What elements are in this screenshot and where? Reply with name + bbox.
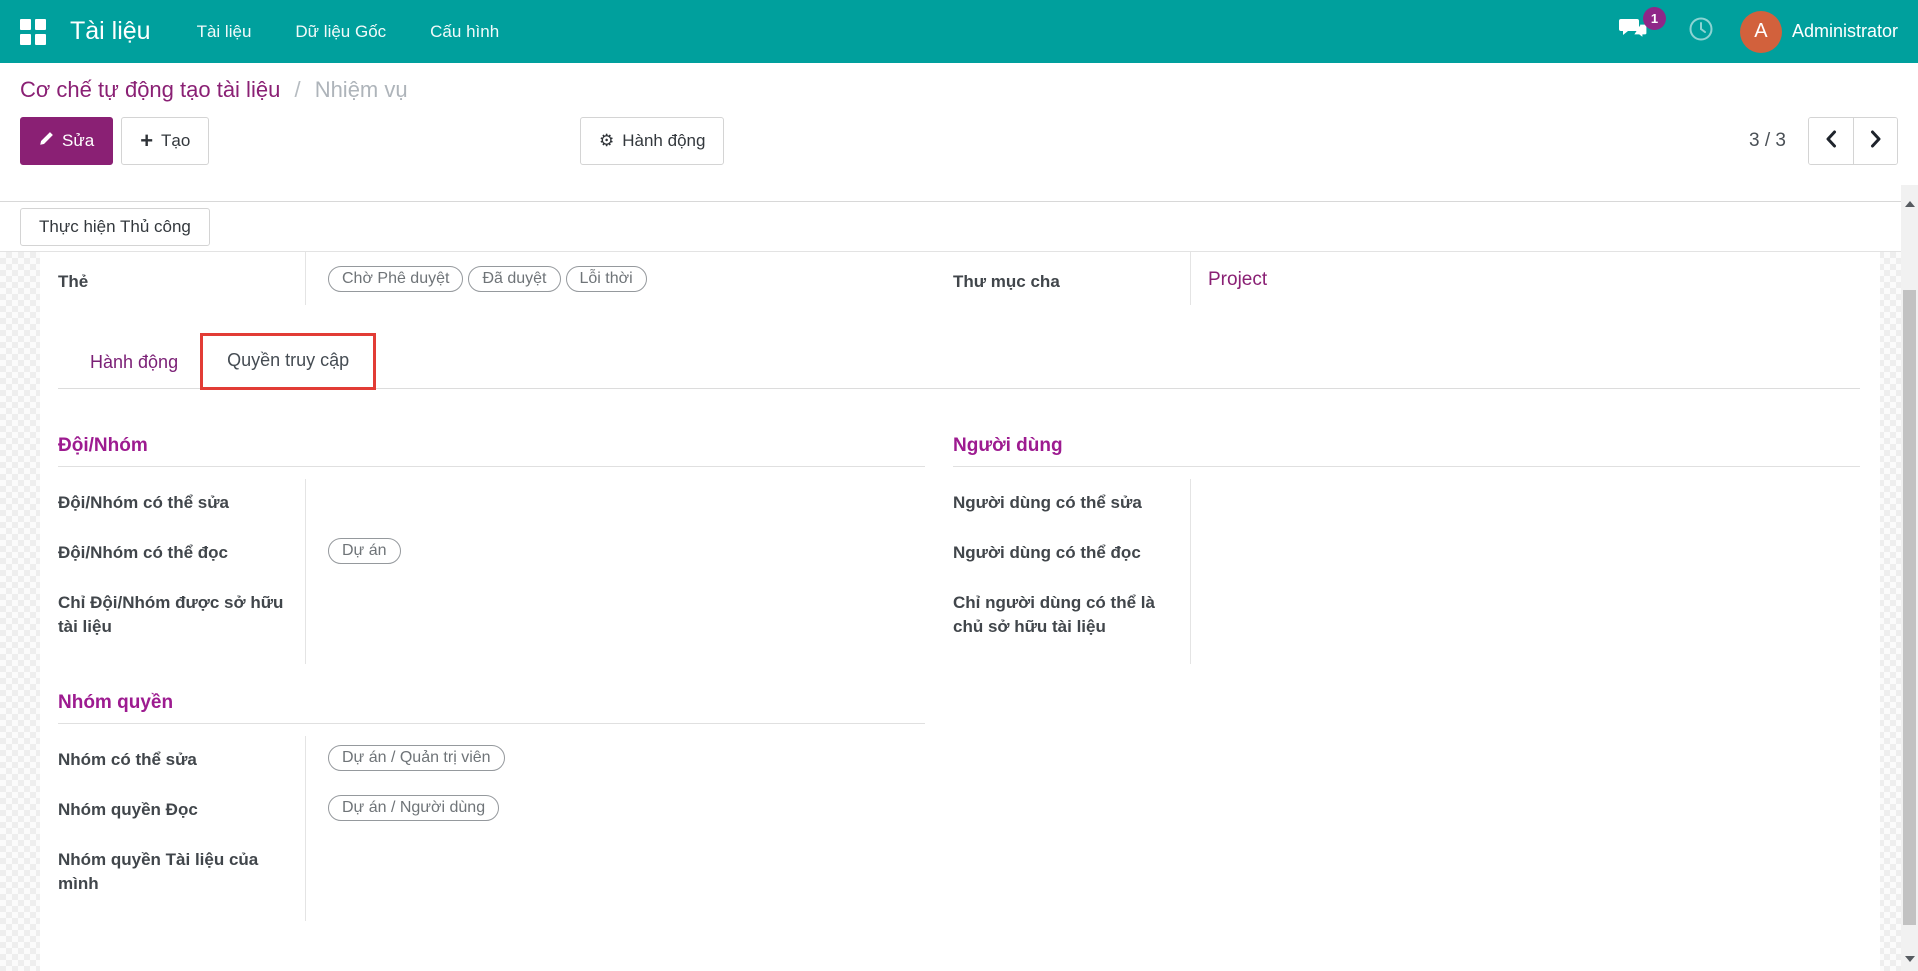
control-panel: Cơ chế tự động tạo tài liệu / Nhiệm vụ S… xyxy=(0,63,1918,202)
breadcrumb-current: Nhiệm vụ xyxy=(315,77,408,102)
vertical-scrollbar[interactable] xyxy=(1901,185,1918,971)
tab-quyen-truy-cap-highlighted[interactable]: Quyền truy cập xyxy=(200,333,376,390)
pager: 3 / 3 xyxy=(1749,117,1898,165)
chevron-left-icon xyxy=(1825,130,1837,153)
field-row-parent-folder: Thư mục cha Project xyxy=(953,252,1860,305)
field-label: Nhóm quyền Tài liệu của mình xyxy=(58,836,305,921)
main-menu: Tài liệu Dữ liệu Gốc Cấu hình xyxy=(179,12,518,52)
field-label: Chỉ Đội/Nhóm được sở hữu tài liệu xyxy=(58,579,305,664)
field-label: Chỉ người dùng có thể là chủ sở hữu tài … xyxy=(953,579,1190,664)
group-title: Người dùng xyxy=(953,435,1860,467)
pager-previous-button[interactable] xyxy=(1809,118,1853,164)
form-view-background: Thẻ Chờ Phê duyệt Đã duyệt Lỗi thời Thư … xyxy=(0,252,1901,971)
field-value xyxy=(1190,479,1860,529)
field-label: Đội/Nhóm có thể sửa xyxy=(58,479,305,529)
clock-icon xyxy=(1688,16,1714,47)
field-row: Chỉ Đội/Nhóm được sở hữu tài liệu xyxy=(58,579,953,664)
field-row: Nhóm có thể sửa Dự án / Quản trị viên xyxy=(58,736,953,786)
breadcrumb: Cơ chế tự động tạo tài liệu / Nhiệm vụ xyxy=(20,77,1898,103)
tag-pill: Dự án / Người dùng xyxy=(328,795,499,821)
breadcrumb-parent-link[interactable]: Cơ chế tự động tạo tài liệu xyxy=(20,77,280,102)
user-menu[interactable]: Administrator xyxy=(1792,21,1898,42)
field-label: Nhóm quyền Đọc xyxy=(58,786,305,836)
apps-grid-icon[interactable] xyxy=(20,19,46,45)
field-label: Người dùng có thể sửa xyxy=(953,479,1190,529)
field-label-parent-folder: Thư mục cha xyxy=(953,252,1190,305)
tag-pill: Chờ Phê duyệt xyxy=(328,266,463,292)
field-label: Đội/Nhóm có thể đọc xyxy=(58,529,305,579)
statusbar: Thực hiện Thủ công xyxy=(0,202,1918,252)
field-value xyxy=(1190,529,1860,579)
app-title: Tài liệu xyxy=(70,17,151,46)
edit-button[interactable]: Sửa xyxy=(20,117,113,165)
field-value-tags: Chờ Phê duyệt Đã duyệt Lỗi thời xyxy=(305,252,953,305)
chevron-right-icon xyxy=(1870,130,1882,153)
field-value: Dự án / Người dùng xyxy=(305,786,953,836)
pager-value: 3 / 3 xyxy=(1749,130,1786,152)
pager-next-button[interactable] xyxy=(1853,118,1897,164)
action-menu-button[interactable]: ⚙ Hành động xyxy=(580,117,724,165)
field-row: Người dùng có thể sửa xyxy=(953,479,1860,529)
field-row-tags: Thẻ Chờ Phê duyệt Đã duyệt Lỗi thời xyxy=(58,252,953,305)
field-value xyxy=(305,836,953,921)
messages-count-badge: 1 xyxy=(1643,7,1666,30)
scrollbar-down-arrow[interactable] xyxy=(1901,950,1918,967)
tag-pill: Lỗi thời xyxy=(566,266,647,292)
activities-button[interactable] xyxy=(1688,16,1714,47)
group-nguoi-dung: Người dùng Người dùng có thể sửa Người d… xyxy=(953,435,1860,664)
group-doi-nhom: Đội/Nhóm Đội/Nhóm có thể sửa Đội/Nhóm có… xyxy=(58,435,953,664)
field-label: Người dùng có thể đọc xyxy=(953,529,1190,579)
group-title: Đội/Nhóm xyxy=(58,435,925,467)
menu-item-du-lieu-goc[interactable]: Dữ liệu Gốc xyxy=(277,12,404,52)
field-value xyxy=(305,579,953,664)
field-value-parent-folder: Project xyxy=(1190,252,1860,305)
field-row: Đội/Nhóm có thể đọc Dự án xyxy=(58,529,953,579)
field-row: Nhóm quyền Tài liệu của mình xyxy=(58,836,953,921)
field-label: Nhóm có thể sửa xyxy=(58,736,305,786)
field-value xyxy=(305,479,953,529)
manual-execute-button[interactable]: Thực hiện Thủ công xyxy=(20,208,210,246)
create-button[interactable]: + Tạo xyxy=(121,117,209,165)
field-label-tags: Thẻ xyxy=(58,252,305,305)
pencil-icon xyxy=(39,131,54,151)
scrollbar-thumb[interactable] xyxy=(1903,290,1916,925)
tab-hanh-dong[interactable]: Hành động xyxy=(68,337,200,388)
field-row: Nhóm quyền Đọc Dự án / Người dùng xyxy=(58,786,953,836)
field-value xyxy=(1190,579,1860,664)
top-navbar: Tài liệu Tài liệu Dữ liệu Gốc Cấu hình 1 xyxy=(0,0,1918,63)
messages-button[interactable]: 1 xyxy=(1608,11,1658,52)
field-row: Chỉ người dùng có thể là chủ sở hữu tài … xyxy=(953,579,1860,664)
breadcrumb-separator: / xyxy=(294,77,300,102)
group-title: Nhóm quyền xyxy=(58,692,925,724)
avatar[interactable]: A xyxy=(1740,11,1782,53)
group-nhom-quyen: Nhóm quyền Nhóm có thể sửa Dự án / Quản … xyxy=(58,692,953,921)
field-row: Đội/Nhóm có thể sửa xyxy=(58,479,953,529)
menu-item-cau-hinh[interactable]: Cấu hình xyxy=(412,12,517,52)
field-row: Người dùng có thể đọc xyxy=(953,529,1860,579)
notebook-tabs: Hành động Quyền truy cập xyxy=(58,331,1860,389)
tag-pill: Đã duyệt xyxy=(468,266,560,292)
scrollbar-up-arrow[interactable] xyxy=(1901,195,1918,212)
field-value: Dự án / Quản trị viên xyxy=(305,736,953,786)
tag-pill: Dự án / Quản trị viên xyxy=(328,745,505,771)
tag-pill: Dự án xyxy=(328,538,401,564)
menu-item-tai-lieu[interactable]: Tài liệu xyxy=(179,12,270,52)
chat-bubbles-icon xyxy=(1618,28,1648,45)
form-sheet: Thẻ Chờ Phê duyệt Đã duyệt Lỗi thời Thư … xyxy=(40,252,1880,971)
field-value: Dự án xyxy=(305,529,953,579)
parent-folder-link[interactable]: Project xyxy=(1208,266,1267,291)
